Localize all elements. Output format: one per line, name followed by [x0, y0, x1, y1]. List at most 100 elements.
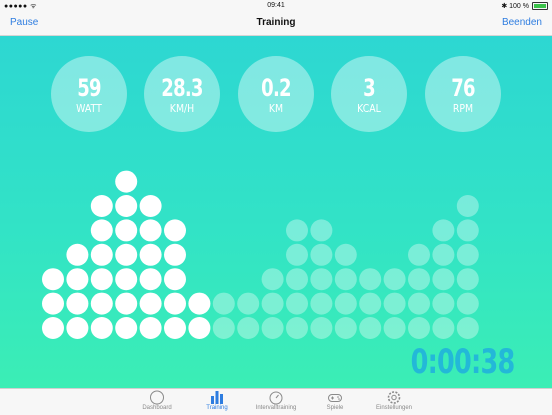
profile-dot-completed [90, 268, 113, 291]
profile-dot-completed [164, 317, 186, 339]
profile-dot-completed [164, 292, 186, 315]
gamepad-icon [328, 394, 342, 402]
profile-dot-upcoming [310, 219, 333, 242]
profile-dot-upcoming [359, 292, 382, 315]
profile-dot-completed [66, 268, 89, 291]
profile-dot-upcoming [408, 243, 430, 266]
profile-dot-upcoming [334, 268, 357, 291]
profile-dot-completed [90, 219, 113, 242]
profile-dot-completed [66, 243, 89, 266]
profile-dot-upcoming [261, 317, 284, 339]
profile-dot-completed [139, 219, 162, 242]
profile-dot-completed [42, 268, 64, 291]
profile-dot-upcoming [286, 219, 308, 242]
profile-dot-upcoming [310, 292, 333, 315]
profile-dot-completed [139, 292, 162, 315]
profile-dot-upcoming [432, 292, 455, 315]
profile-dot-upcoming [310, 317, 333, 339]
tab-bar: Dashboard Training Intervalltraining Spi… [0, 388, 552, 415]
profile-dot-upcoming [334, 243, 357, 266]
profile-dot-upcoming [383, 317, 406, 339]
profile-dot-completed [90, 317, 113, 339]
elapsed-timer: 0:00:38 [410, 342, 515, 382]
navigation-bar: Pause Training Beenden [0, 13, 552, 36]
profile-dot-upcoming [432, 268, 455, 291]
page-title: Training [256, 17, 296, 28]
status-bar: ●●●●● ᯤ 09:41 ✱ 100 % [0, 0, 552, 13]
profile-dot-completed [188, 317, 211, 339]
profile-dot-upcoming [456, 317, 479, 339]
profile-dot-completed [139, 317, 162, 339]
profile-dot-completed [139, 195, 162, 217]
profile-dot-completed [164, 243, 186, 266]
profile-dot-completed [115, 317, 138, 339]
profile-dot-upcoming [359, 317, 382, 339]
profile-dot-upcoming [432, 219, 455, 242]
tab-dashboard-label: Dashboard [142, 405, 172, 411]
tab-settings-label: Einstellungen [375, 405, 413, 411]
profile-dot-completed [115, 195, 138, 217]
profile-dot-completed [115, 219, 138, 242]
battery-icon [532, 2, 548, 10]
profile-dot-completed [115, 268, 138, 291]
tab-interval-training-label: Intervalltraining [255, 405, 297, 411]
tab-settings[interactable]: Einstellungen [368, 390, 420, 411]
profile-dot-upcoming [456, 268, 479, 291]
profile-dot-upcoming [310, 243, 333, 266]
training-profile-graph [42, 170, 479, 339]
profile-dot-upcoming [359, 268, 382, 291]
profile-dot-upcoming [456, 243, 479, 266]
profile-dot-upcoming [286, 292, 308, 315]
profile-dot-upcoming [212, 317, 235, 339]
profile-dot-upcoming [456, 219, 479, 242]
tab-games-label: Spiele [326, 405, 344, 411]
profile-dot-upcoming [456, 195, 479, 217]
profile-dot-upcoming [334, 292, 357, 315]
profile-dot-upcoming [261, 268, 284, 291]
status-time: 09:41 [267, 2, 285, 9]
profile-dot-completed [115, 170, 138, 193]
profile-dot-completed [115, 243, 138, 266]
profile-dot-completed [90, 292, 113, 315]
profile-dot-completed [139, 243, 162, 266]
tab-games[interactable]: Spiele [309, 390, 361, 411]
stopwatch-icon [269, 391, 283, 405]
profile-dot-completed [90, 243, 113, 266]
tab-training[interactable]: Training [191, 390, 243, 411]
profile-dot-upcoming [456, 292, 479, 315]
profile-dot-upcoming [237, 317, 260, 339]
profile-dot-upcoming [432, 317, 455, 339]
profile-dot-upcoming [408, 268, 430, 291]
bar-chart-icon [211, 391, 223, 404]
profile-dot-upcoming [383, 268, 406, 291]
profile-dot-completed [188, 292, 211, 315]
profile-dot-upcoming [408, 292, 430, 315]
profile-dot-upcoming [212, 292, 235, 315]
profile-dot-completed [42, 317, 64, 339]
profile-dot-completed [42, 292, 64, 315]
profile-dot-completed [164, 219, 186, 242]
profile-dot-upcoming [334, 317, 357, 339]
profile-dot-upcoming [286, 243, 308, 266]
training-panel: 59 WATT 28.3 KM/H 0.2 KM 3 KCAL 76 RPM 0… [0, 36, 552, 388]
profile-dot-completed [66, 317, 89, 339]
profile-dot-upcoming [237, 292, 260, 315]
profile-dot-upcoming [432, 243, 455, 266]
profile-dot-completed [115, 292, 138, 315]
profile-dot-upcoming [383, 292, 406, 315]
profile-dot-completed [66, 292, 89, 315]
battery-percent: ✱ 100 % [501, 3, 529, 10]
tab-dashboard[interactable]: Dashboard [131, 390, 183, 411]
profile-dot-upcoming [286, 317, 308, 339]
profile-dot-upcoming [286, 268, 308, 291]
profile-dot-upcoming [261, 292, 284, 315]
finish-button[interactable]: Beenden [502, 17, 542, 28]
profile-dot-completed [139, 268, 162, 291]
tab-training-label: Training [206, 405, 228, 411]
dashboard-icon [150, 390, 164, 405]
profile-dot-upcoming [408, 317, 430, 339]
tab-interval-training[interactable]: Intervalltraining [250, 390, 302, 411]
profile-dot-completed [90, 195, 113, 217]
battery-indicator: ✱ 100 % [501, 2, 548, 10]
profile-dot-upcoming [310, 268, 333, 291]
